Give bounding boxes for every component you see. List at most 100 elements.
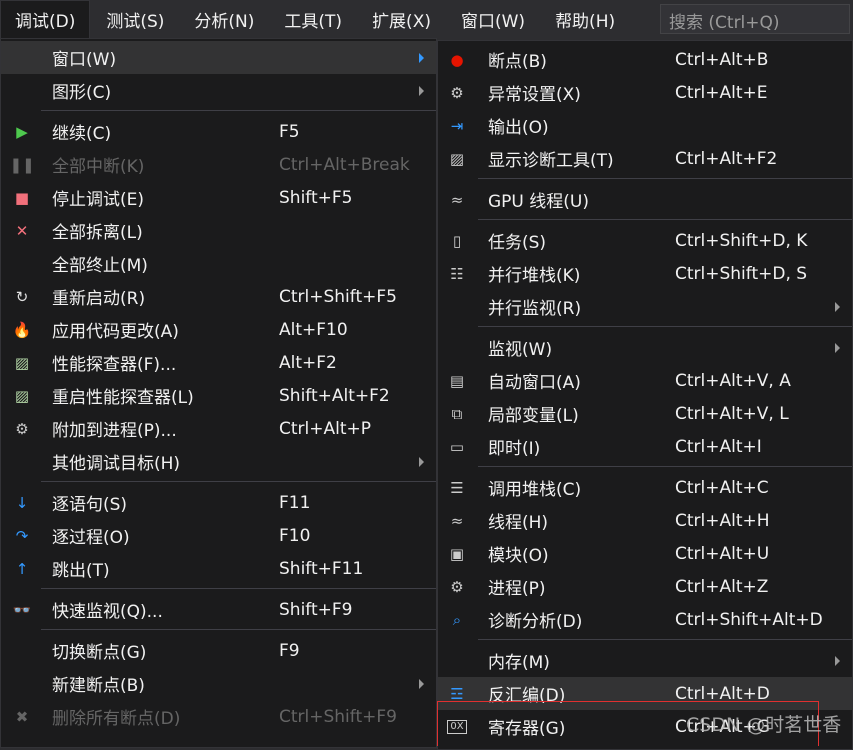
menu-item-shortcut: Shift+F9 xyxy=(279,599,353,620)
menu-item-label: 跳出(T) xyxy=(52,561,110,581)
menu-item[interactable]: ↑ 跳出(T) Shift+F11 xyxy=(1,552,436,585)
menu-extensions[interactable]: 扩展(X) xyxy=(358,0,445,38)
menu-item[interactable]: ✖ 删除所有断点(D) Ctrl+Shift+F9 xyxy=(1,700,436,733)
menu-item[interactable]: ⚙ 附加到进程(P)... Ctrl+Alt+P xyxy=(1,412,436,445)
menu-item[interactable]: 窗口(W) xyxy=(1,41,436,74)
menu-item[interactable]: ▨ 性能探查器(F)... Alt+F2 xyxy=(1,346,436,379)
menu-item-shortcut: Ctrl+Shift+F9 xyxy=(279,706,397,727)
menu-item-label: 新建断点(B) xyxy=(52,676,145,696)
menu-item[interactable]: 全部终止(M) xyxy=(1,247,436,280)
menu-item[interactable]: 图形(C) xyxy=(1,74,436,107)
menu-item[interactable]: 其他调试目标(H) xyxy=(1,445,436,478)
menu-item-shortcut: Ctrl+Shift+F5 xyxy=(279,286,397,307)
menu-item-label: 重启性能探查器(L) xyxy=(52,388,194,408)
menu-item-label: 继续(C) xyxy=(52,124,112,144)
menu-item[interactable]: ⚙ 异常设置(X) Ctrl+Alt+E xyxy=(438,76,852,109)
menu-item-shortcut: F5 xyxy=(279,121,300,142)
menu-item[interactable]: 监视(W) xyxy=(438,331,852,364)
menu-item-label: GPU 线程(U) xyxy=(488,192,589,212)
menu-item-shortcut: F11 xyxy=(279,492,311,513)
menu-item-shortcut: Alt+F2 xyxy=(279,352,337,373)
menu-item-label: 显示诊断工具(T) xyxy=(488,151,614,171)
menu-item[interactable]: ▯ 任务(S) Ctrl+Shift+D, K xyxy=(438,224,852,257)
menu-separator xyxy=(478,639,852,640)
menu-separator xyxy=(41,110,436,111)
menu-item-shortcut: Ctrl+Alt+B xyxy=(675,49,769,70)
menu-item-shortcut: Ctrl+Alt+F2 xyxy=(675,148,778,169)
menu-item[interactable]: ↓ 逐语句(S) F11 xyxy=(1,486,436,519)
chart-icon: ▨ xyxy=(14,386,30,405)
menu-item[interactable]: ↻ 重新启动(R) Ctrl+Shift+F5 xyxy=(1,280,436,313)
modules-icon: ▣ xyxy=(449,544,465,563)
menu-test[interactable]: 测试(S) xyxy=(92,0,178,38)
gears-icon: ⚙ xyxy=(450,577,464,596)
menu-item[interactable]: ☷ 并行堆栈(K) Ctrl+Shift+D, S xyxy=(438,257,852,290)
menu-window[interactable]: 窗口(W) xyxy=(447,0,539,38)
menu-item[interactable]: ■ 停止调试(E) Shift+F5 xyxy=(1,181,436,214)
menu-item[interactable]: ⇥ 输出(O) xyxy=(438,109,852,142)
menu-item[interactable]: ▨ 重启性能探查器(L) Shift+Alt+F2 xyxy=(1,379,436,412)
menu-item-shortcut: Ctrl+Alt+Break xyxy=(279,154,410,175)
menu-item[interactable]: 并行监视(R) xyxy=(438,290,852,323)
menu-item[interactable]: 🔥 应用代码更改(A) Alt+F10 xyxy=(1,313,436,346)
menu-item[interactable]: ≈ GPU 线程(U) xyxy=(438,183,852,216)
menu-item[interactable]: ● 断点(B) Ctrl+Alt+B xyxy=(438,43,852,76)
menu-item[interactable]: 切换断点(G) F9 xyxy=(1,634,436,667)
menu-item-shortcut: Ctrl+Alt+Z xyxy=(675,576,769,597)
menu-item[interactable]: ▭ 即时(I) Ctrl+Alt+I xyxy=(438,430,852,463)
close-icon: ✕ xyxy=(15,221,29,240)
menu-item[interactable]: ≈ 线程(H) Ctrl+Alt+H xyxy=(438,504,852,537)
menu-separator xyxy=(478,466,852,467)
search-input[interactable]: 搜索 (Ctrl+Q) xyxy=(660,4,850,34)
output-icon: ⇥ xyxy=(450,116,464,135)
menu-item-shortcut: Alt+F10 xyxy=(279,319,348,340)
menu-separator xyxy=(478,219,852,220)
menu-item[interactable]: ⧉ 局部变量(L) Ctrl+Alt+V, L xyxy=(438,397,852,430)
menu-item-shortcut: F9 xyxy=(279,640,300,661)
breakpoint-icon: ● xyxy=(450,50,464,69)
menu-tools[interactable]: 工具(T) xyxy=(270,0,356,38)
menu-item[interactable]: ❚❚ 全部中断(K) Ctrl+Alt+Break xyxy=(1,148,436,181)
menu-item-label: 逐过程(O) xyxy=(52,528,130,548)
pause-icon: ❚❚ xyxy=(9,155,35,174)
menu-item[interactable]: 👓 快速监视(Q)... Shift+F9 xyxy=(1,593,436,626)
menu-item[interactable]: ▨ 显示诊断工具(T) Ctrl+Alt+F2 xyxy=(438,142,852,175)
menu-item-label: 重新启动(R) xyxy=(52,289,146,309)
stop-icon: ■ xyxy=(14,188,30,207)
menu-item[interactable]: ⚙ 进程(P) Ctrl+Alt+Z xyxy=(438,570,852,603)
menu-item-label: 进程(P) xyxy=(488,579,546,599)
menu-help[interactable]: 帮助(H) xyxy=(541,0,629,38)
menu-item-label: 应用代码更改(A) xyxy=(52,322,179,342)
menu-item[interactable]: ⌕ 诊断分析(D) Ctrl+Shift+Alt+D xyxy=(438,603,852,636)
menu-debug[interactable]: 调试(D) xyxy=(0,0,91,38)
locals-icon: ⧉ xyxy=(451,404,463,423)
menu-item-label: 快速监视(Q)... xyxy=(52,602,163,622)
chevron-right-icon xyxy=(835,342,840,353)
menu-item[interactable]: ▤ 自动窗口(A) Ctrl+Alt+V, A xyxy=(438,364,852,397)
chevron-right-icon xyxy=(835,301,840,312)
windows-submenu: ● 断点(B) Ctrl+Alt+B ⚙ 异常设置(X) Ctrl+Alt+E ⇥ 输出(O)… xyxy=(437,40,853,750)
step-over-icon: ↷ xyxy=(15,526,29,545)
menu-item-label: 删除所有断点(D) xyxy=(52,709,181,729)
menu-item-label: 停止调试(E) xyxy=(52,190,145,210)
autos-icon: ▤ xyxy=(449,371,465,390)
menu-analyze[interactable]: 分析(N) xyxy=(180,0,268,38)
menu-item[interactable]: ✕ 全部拆离(L) xyxy=(1,214,436,247)
menu-separator xyxy=(478,326,852,327)
menu-item[interactable]: ↷ 逐过程(O) F10 xyxy=(1,519,436,552)
diagnostics-icon: ▨ xyxy=(449,149,465,168)
menu-item-label: 附加到进程(P)... xyxy=(52,421,177,441)
step-out-icon: ↑ xyxy=(15,559,29,578)
menu-item-label: 逐语句(S) xyxy=(52,495,128,515)
menu-item-shortcut: Ctrl+Alt+V, L xyxy=(675,403,789,424)
menu-item-shortcut: Ctrl+Alt+I xyxy=(675,436,762,457)
menu-item[interactable]: 内存(M) xyxy=(438,644,852,677)
menu-item-label: 监视(W) xyxy=(488,340,553,360)
menu-item-label: 模块(O) xyxy=(488,546,549,566)
menu-item[interactable]: ☰ 调用堆栈(C) Ctrl+Alt+C xyxy=(438,471,852,504)
watermark: CSDN @时茗世香 xyxy=(686,714,842,736)
menu-item[interactable]: ▣ 模块(O) Ctrl+Alt+U xyxy=(438,537,852,570)
menu-item[interactable]: 新建断点(B) xyxy=(1,667,436,700)
chart-icon: ▨ xyxy=(14,353,30,372)
menu-item[interactable]: ▶ 继续(C) F5 xyxy=(1,115,436,148)
